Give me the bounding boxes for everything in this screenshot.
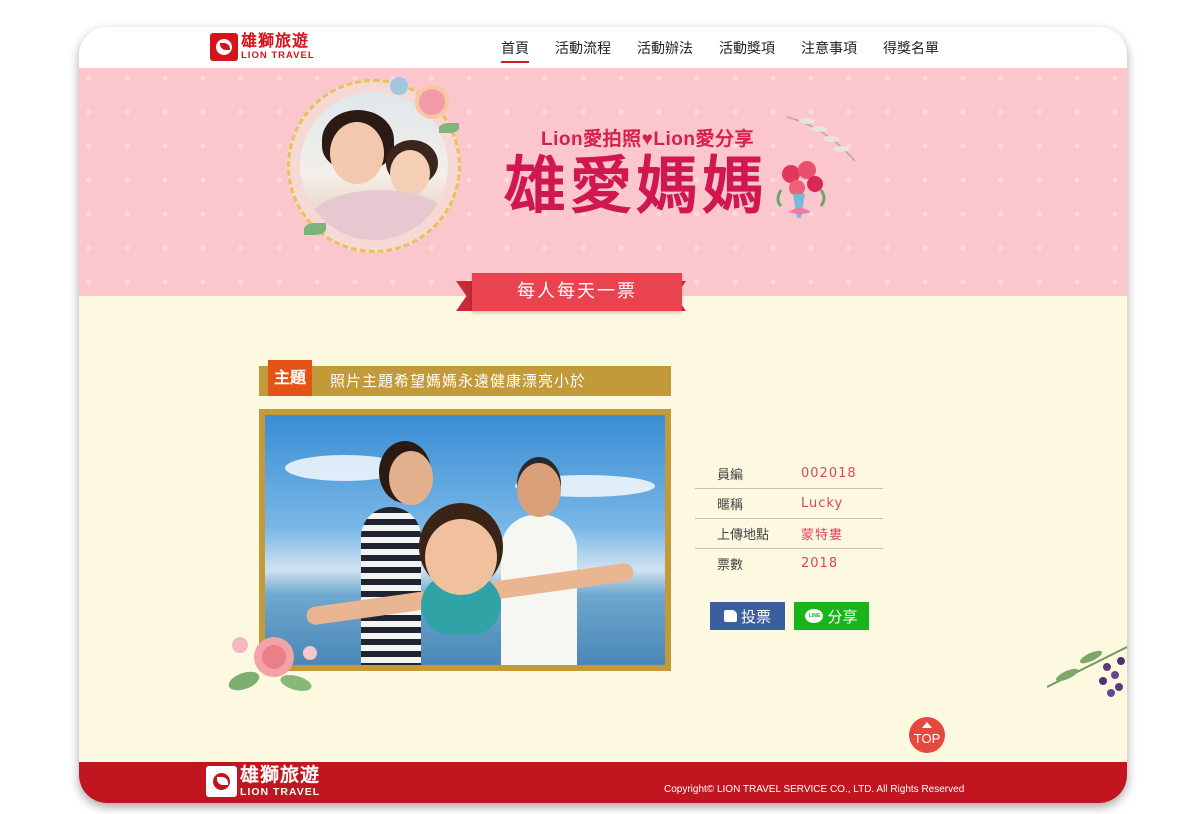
decor-branch-icon: [786, 116, 856, 162]
info-label: 票數: [717, 558, 744, 573]
info-row-employee-id: 員編 002018: [695, 459, 883, 489]
back-to-top-button[interactable]: TOP: [909, 717, 945, 753]
banner-subtitle: Lion愛拍照♥Lion愛分享: [541, 129, 754, 150]
decor-leaf-icon: [304, 223, 326, 235]
nav-winners[interactable]: 得獎名單: [883, 38, 939, 58]
photo-cloud: [285, 455, 405, 481]
top-navigation-bar: 雄獅旅遊 LION TRAVEL 首頁 活動流程 活動辦法 活動獎項 注意事項 …: [79, 27, 1127, 68]
info-value: 2018: [801, 556, 839, 571]
photo-girl-head: [425, 519, 497, 595]
logo-english: LION TRAVEL: [241, 50, 315, 62]
lion-logo-icon: [206, 766, 237, 798]
nav-event-flow[interactable]: 活動流程: [555, 38, 611, 58]
photo-father-head: [517, 463, 561, 517]
nav-prizes[interactable]: 活動獎項: [719, 38, 775, 58]
lion-logo-icon: [210, 33, 238, 61]
logo-chinese: 雄獅旅遊: [241, 31, 310, 51]
photo-mother-face: [330, 122, 384, 184]
info-row-upload-location: 上傳地點 蒙特婁: [695, 519, 883, 549]
vote-button[interactable]: 投票: [710, 602, 785, 630]
footer: 雄獅旅遊 LION TRAVEL Copyright© LION TRAVEL …: [79, 762, 1127, 803]
banner-title: 雄愛媽媽: [504, 149, 769, 222]
share-label: 分享: [827, 607, 858, 626]
info-label: 上傳地點: [717, 528, 770, 543]
nav-home[interactable]: 首頁: [501, 38, 529, 63]
mother-daughter-photo: [300, 92, 448, 240]
info-value: Lucky: [801, 496, 844, 511]
vote-label: 投票: [740, 607, 771, 626]
one-vote-per-day-ribbon: 每人每天一票: [472, 273, 682, 311]
footer-logo-chinese: 雄獅旅遊: [240, 764, 321, 786]
photo-daughter-face: [390, 150, 430, 196]
info-label: 員編: [717, 468, 744, 483]
nav-event-rules[interactable]: 活動辦法: [637, 38, 693, 58]
footer-logo[interactable]: 雄獅旅遊 LION TRAVEL: [206, 766, 320, 798]
info-row-nickname: 暱稱 Lucky: [695, 489, 883, 519]
entry-info-table: 員編 002018 暱稱 Lucky 上傳地點 蒙特婁 票數 2018: [695, 459, 883, 578]
info-value: 蒙特婁: [801, 528, 844, 543]
decor-flower-icon: [419, 89, 445, 115]
line-icon: LINE: [805, 609, 824, 623]
carnation-bouquet-icon: [776, 161, 826, 218]
site-logo[interactable]: 雄獅旅遊 LION TRAVEL: [210, 32, 315, 62]
decor-rose-icon: [228, 637, 317, 691]
line-share-button[interactable]: LINE 分享: [794, 602, 869, 630]
thumbs-up-icon: [723, 610, 737, 622]
footer-logo-english: LION TRAVEL: [240, 786, 321, 798]
nav-notices[interactable]: 注意事項: [801, 38, 857, 58]
info-label: 暱稱: [717, 498, 744, 513]
copyright-text: Copyright© LION TRAVEL SERVICE CO., LTD.…: [664, 784, 965, 795]
decor-berries-icon: [1047, 646, 1127, 697]
main-nav: 首頁 活動流程 活動辦法 活動獎項 注意事項 得獎名單: [501, 27, 965, 68]
photo-bodies: [310, 190, 448, 240]
decor-leaf-icon: [439, 123, 459, 133]
photo-theme-text: 照片主題希望媽媽永遠健康漂亮小於: [330, 372, 587, 390]
decor-flower-icon: [390, 77, 408, 95]
theme-tag: 主題: [268, 360, 312, 396]
page-frame: 雄獅旅遊 LION TRAVEL 首頁 活動流程 活動辦法 活動獎項 注意事項 …: [79, 27, 1127, 803]
photo-mother-head: [389, 451, 433, 505]
logo-text: 雄獅旅遊 LION TRAVEL: [241, 33, 315, 61]
info-value: 002018: [801, 466, 857, 481]
footer-logo-text: 雄獅旅遊 LION TRAVEL: [240, 766, 320, 798]
photo-mother-body: [361, 507, 421, 665]
info-row-votes: 票數 2018: [695, 549, 883, 578]
